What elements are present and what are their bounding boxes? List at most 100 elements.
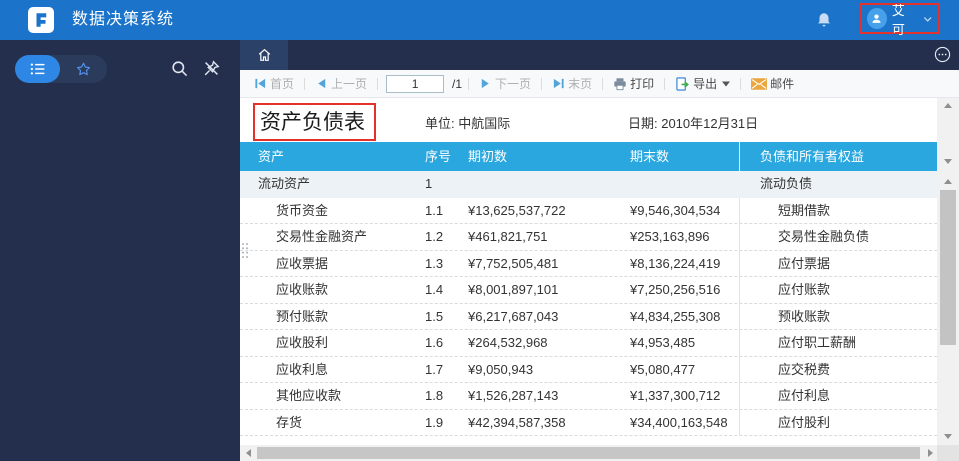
vertical-scrollbar-thumb[interactable] [940, 190, 956, 345]
tab-bar [240, 40, 959, 70]
table-row: 应收股利 1.6 ¥264,532,968 ¥4,953,485 应付职工薪酬 [240, 330, 937, 357]
favorites-tab-button[interactable] [60, 55, 107, 83]
page-total: /1 [452, 76, 463, 91]
app-title: 数据决策系统 [72, 11, 175, 28]
first-page-icon [255, 78, 266, 89]
cell-no: 1.5 [425, 308, 444, 324]
more-tabs-button[interactable] [934, 46, 951, 68]
table-row: 应收利息 1.7 ¥9,050,943 ¥5,080,477 应交税费 [240, 357, 937, 383]
next-page-button[interactable]: 下一页 [475, 75, 535, 92]
user-name: 艾可 [891, 2, 905, 37]
cell-liability: 应付账款 [778, 282, 831, 297]
table-row: 流动资产 1 流动负债 [240, 171, 937, 198]
toolbar-separator [541, 77, 543, 90]
page-number-input[interactable] [386, 74, 445, 93]
header-column-divider [739, 142, 740, 171]
cell-asset: 应收票据 [276, 255, 329, 271]
cell-end: ¥7,250,256,516 [630, 282, 721, 297]
toolbar-separator [664, 77, 666, 90]
cell-no: 1.1 [425, 202, 444, 218]
mail-button[interactable]: 邮件 [747, 75, 798, 92]
unpin-icon[interactable] [202, 59, 221, 83]
table-row: 交易性金融资产 1.2 ¥461,821,751 ¥253,163,896 交易… [240, 224, 937, 251]
cell-begin: ¥1,526,287,143 [468, 388, 559, 403]
table-body: 流动资产 1 流动负债 货币资金 1.1 ¥13,625,537,722 ¥9,… [240, 171, 937, 436]
table-row: 预付账款 1.5 ¥6,217,687,043 ¥4,834,255,308 预… [240, 304, 937, 330]
cell-asset: 应收股利 [276, 335, 329, 350]
cell-asset: 货币资金 [276, 202, 329, 218]
export-button[interactable]: 导出 [671, 75, 734, 92]
first-page-button[interactable]: 首页 [250, 75, 298, 92]
search-icon[interactable] [170, 59, 189, 83]
chevron-down-icon [923, 16, 932, 22]
cell-end: ¥9,546,304,534 [630, 202, 721, 218]
cell-end: ¥4,834,255,308 [630, 308, 721, 324]
star-icon [76, 62, 91, 75]
cell-no: 1.4 [425, 282, 444, 297]
tab-home[interactable] [240, 40, 288, 70]
report-title-row: 资产负债表 单位: 中航国际 日期: 2010年12月31日 [240, 98, 937, 142]
ellipsis-circle-icon [934, 46, 951, 63]
scroll-left-arrow[interactable] [246, 449, 251, 457]
export-icon [676, 76, 690, 91]
cell-begin: ¥7,752,505,481 [468, 255, 559, 271]
annotation-box-title: 资产负债表 [253, 103, 376, 141]
user-menu[interactable]: 艾可 [862, 3, 938, 37]
cell-liability: 预收账款 [778, 308, 831, 324]
header-liability: 负债和所有者权益 [760, 149, 865, 164]
cell-asset: 预付账款 [276, 308, 329, 324]
last-page-button[interactable]: 末页 [548, 75, 596, 92]
directory-tab-button[interactable] [15, 55, 60, 83]
cell-begin: ¥9,050,943 [468, 361, 534, 377]
export-label: 导出 [693, 77, 718, 91]
header-asset: 资产 [258, 149, 285, 164]
table-header-row: 资产 序号 期初数 期末数 负债和所有者权益 [240, 142, 937, 171]
print-button[interactable]: 打印 [609, 75, 658, 92]
cell-liability: 短期借款 [778, 202, 831, 218]
table-row: 应收票据 1.3 ¥7,752,505,481 ¥8,136,224,419 应… [240, 251, 937, 277]
annotation-box-user: 艾可 [860, 3, 940, 37]
next-page-icon [481, 78, 489, 89]
cell-liability: 应付职工薪酬 [778, 335, 857, 350]
cell-no: 1 [425, 176, 433, 191]
scroll-up-arrow[interactable] [944, 179, 952, 184]
cell-liability: 应交税费 [778, 361, 831, 377]
table-row: 其他应收款 1.8 ¥1,526,287,143 ¥1,337,300,712 … [240, 383, 937, 410]
top-header-bar: 数据决策系统 艾可 [0, 0, 959, 40]
cell-end: ¥1,337,300,712 [630, 388, 721, 403]
notification-bell-icon[interactable] [815, 11, 833, 29]
report-date: 日期: 2010年12月31日 [628, 116, 759, 131]
sidebar-view-toggle [15, 55, 107, 83]
horizontal-scrollbar[interactable] [240, 445, 959, 461]
toolbar-separator [740, 77, 742, 90]
cell-liability: 应付利息 [778, 388, 831, 403]
vertical-scrollbar[interactable] [937, 98, 959, 445]
last-page-icon [553, 78, 564, 89]
cell-begin: ¥461,821,751 [468, 229, 548, 244]
prev-page-button[interactable]: 上一页 [311, 75, 371, 92]
scrollbar-corner [937, 445, 959, 461]
cell-begin: ¥42,394,587,358 [468, 414, 566, 430]
cell-end: ¥253,163,896 [630, 229, 710, 244]
horizontal-scrollbar-thumb[interactable] [257, 447, 920, 459]
scroll-down-arrow[interactable] [944, 159, 952, 164]
cell-no: 1.8 [425, 388, 444, 403]
next-page-label: 下一页 [495, 77, 532, 91]
cell-liability: 应付票据 [778, 255, 831, 271]
drag-handle-icon[interactable] [241, 242, 249, 259]
report-viewport: 资产负债表 单位: 中航国际 日期: 2010年12月31日 资产 序号 期初数… [240, 98, 937, 445]
list-icon [30, 63, 45, 75]
scroll-right-arrow[interactable] [928, 449, 933, 457]
print-icon [614, 77, 626, 90]
header-no: 序号 [425, 149, 452, 164]
toolbar-separator [602, 77, 604, 90]
cell-liability: 应付股利 [778, 414, 831, 430]
cell-no: 1.6 [425, 335, 444, 350]
prev-page-icon [318, 78, 326, 89]
scroll-down-arrow[interactable] [944, 434, 952, 439]
cell-no: 1.9 [425, 414, 444, 430]
header-end: 期末数 [630, 149, 670, 164]
cell-end: ¥5,080,477 [630, 361, 696, 377]
scroll-up-arrow[interactable] [944, 103, 952, 108]
cell-asset: 应收利息 [276, 361, 329, 377]
